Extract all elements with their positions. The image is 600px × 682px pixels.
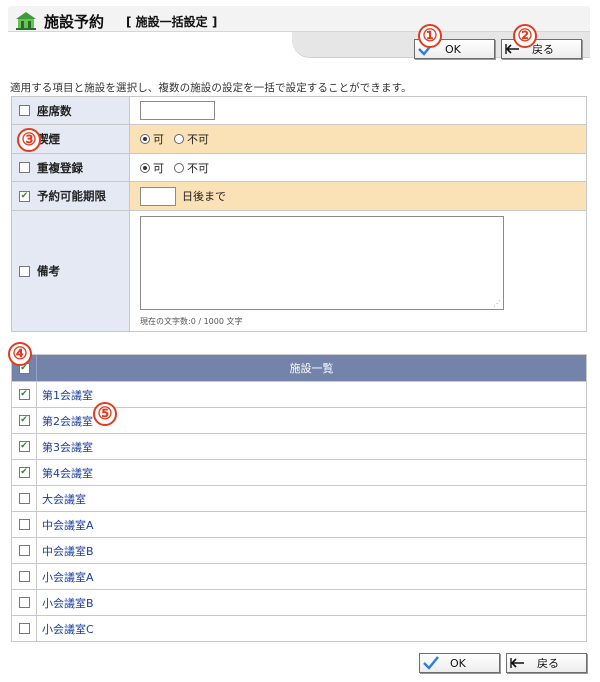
checkbox-seats[interactable]: [19, 105, 30, 116]
facility-row: 小会議室B: [12, 590, 586, 616]
back-button-top[interactable]: 戻る: [501, 39, 582, 59]
callout-3: ③: [17, 128, 41, 152]
label-seats-text: 座席数: [37, 103, 72, 118]
facility-checkbox-cell: [12, 590, 37, 615]
facility-name-link[interactable]: 中会議室A: [37, 512, 586, 537]
facility-checkbox[interactable]: ✔: [18, 415, 30, 426]
page-title: 施設予約: [44, 13, 105, 31]
facility-name-link[interactable]: 中会議室B: [37, 538, 586, 563]
callout-4: ④: [8, 342, 32, 366]
facility-checkbox-cell: ✔: [12, 382, 37, 407]
char-counter: 現在の文字数:0 / 1000 文字: [140, 316, 243, 326]
radio-smoking-yes[interactable]: 可: [140, 131, 164, 147]
row-seats: 座席数: [12, 97, 586, 125]
cell-reservation-limit: 日後まで: [130, 182, 586, 210]
radio-double-yes[interactable]: 可: [140, 160, 164, 176]
radio-dot: [140, 134, 150, 144]
page-subtitle: [ 施設一括設定 ]: [126, 15, 218, 29]
facility-checkbox[interactable]: ✔: [18, 389, 30, 400]
radio-smoking-yes-label: 可: [153, 133, 164, 146]
facility-checkbox-cell: [12, 512, 37, 537]
facility-checkbox-cell: [12, 616, 37, 641]
facility-name-link[interactable]: 小会議室C: [37, 616, 586, 641]
facility-name-link[interactable]: 大会議室: [37, 486, 586, 511]
checkbox-reservation-limit[interactable]: ✔: [19, 190, 30, 202]
row-notes: 備考 ⋰ 現在の文字数:0 / 1000 文字: [12, 211, 586, 332]
label-double-booking: 重複登録: [12, 154, 130, 181]
facility-name-link[interactable]: 小会議室B: [37, 590, 586, 615]
facility-row: ✔ 第4会議室: [12, 460, 586, 486]
cell-seats: [130, 97, 586, 124]
radio-double-yes-label: 可: [153, 161, 164, 175]
label-notes: 備考: [12, 211, 130, 331]
facility-checkbox[interactable]: [18, 545, 30, 556]
callout-1: ①: [418, 24, 442, 48]
row-double-booking: 重複登録 可 不可: [12, 154, 586, 182]
back-button-bottom[interactable]: 戻る: [506, 653, 587, 673]
instruction-text: 適用する項目と施設を選択し、複数の施設の設定を一括で設定することができます。: [10, 82, 412, 94]
cell-smoking: 可 不可: [130, 125, 586, 153]
cell-notes: ⋰ 現在の文字数:0 / 1000 文字: [130, 211, 586, 331]
facility-name-link[interactable]: 第3会議室: [37, 434, 586, 459]
radio-smoking-no-label: 不可: [187, 133, 209, 146]
facility-checkbox[interactable]: [18, 519, 30, 530]
return-arrow-icon: [507, 654, 529, 672]
facility-checkbox[interactable]: [18, 597, 30, 608]
reservation-limit-input[interactable]: [140, 186, 176, 206]
row-reservation-limit: ✔ 予約可能期限 日後まで: [12, 182, 586, 211]
facility-checkbox-cell: ✔: [12, 408, 37, 433]
settings-form: 座席数 ✔ 喫煙 可 不可 重複登録 可 不可 ✔ 予約可能期限: [11, 96, 587, 332]
facility-checkbox-cell: [12, 564, 37, 589]
facility-list: ✔ 施設一覧 ✔ 第1会議室 ✔ 第2会議室 ✔ 第3会議室 ✔ 第4会議室 大会議室 中会議室A…: [11, 354, 587, 642]
facility-checkbox[interactable]: [18, 623, 30, 634]
ok-button-bottom[interactable]: OK: [419, 653, 500, 673]
checkmark-icon: [420, 654, 442, 672]
back-label: 戻る: [537, 657, 559, 670]
facility-row: 大会議室: [12, 486, 586, 512]
radio-dot: [174, 134, 184, 144]
radio-dot: [174, 162, 184, 173]
facility-checkbox-cell: ✔: [12, 434, 37, 459]
facility-checkbox-cell: [12, 486, 37, 511]
radio-dot: [140, 162, 150, 173]
facility-row: 小会議室C: [12, 616, 586, 642]
checkbox-double-booking[interactable]: [19, 162, 30, 173]
checkbox-notes[interactable]: [19, 265, 30, 277]
facility-row: 中会議室A: [12, 512, 586, 538]
label-double-booking-text: 重複登録: [37, 160, 83, 175]
facility-checkbox[interactable]: ✔: [18, 441, 30, 452]
facility-checkbox[interactable]: ✔: [18, 467, 30, 478]
row-smoking: ✔ 喫煙 可 不可: [12, 125, 586, 154]
facility-checkbox-cell: ✔: [12, 460, 37, 485]
cell-double-booking: 可 不可: [130, 154, 586, 181]
facility-checkbox[interactable]: [18, 571, 30, 582]
reservation-limit-suffix: 日後まで: [182, 190, 226, 203]
facility-name-link[interactable]: 第1会議室: [37, 382, 586, 407]
label-reservation-limit-text: 予約可能期限: [37, 189, 106, 203]
notes-textarea[interactable]: ⋰: [140, 215, 504, 310]
facility-name-link[interactable]: 小会議室A: [37, 564, 586, 589]
facility-name-link[interactable]: 第2会議室: [37, 408, 586, 433]
label-reservation-limit: ✔ 予約可能期限: [12, 182, 130, 210]
facility-list-header: ✔ 施設一覧: [12, 355, 586, 382]
resize-grip-icon[interactable]: ⋰: [493, 299, 501, 308]
radio-smoking-no[interactable]: 不可: [174, 131, 209, 147]
facility-list-title: 施設一覧: [289, 362, 334, 375]
seats-input[interactable]: [140, 101, 215, 120]
facility-checkbox[interactable]: [18, 493, 30, 504]
facility-row: ✔ 第3会議室: [12, 434, 586, 460]
ok-label: OK: [445, 42, 461, 56]
facility-checkbox-cell: [12, 538, 37, 563]
ok-label: OK: [450, 656, 466, 670]
label-notes-text: 備考: [37, 264, 60, 278]
callout-2: ②: [513, 24, 537, 48]
facility-logo-icon: [16, 12, 36, 30]
facility-name-link[interactable]: 第4会議室: [37, 460, 586, 485]
radio-double-no[interactable]: 不可: [174, 160, 209, 176]
label-seats: 座席数: [12, 97, 130, 124]
facility-row: 小会議室A: [12, 564, 586, 590]
callout-5: ⑤: [93, 402, 117, 426]
radio-double-no-label: 不可: [187, 161, 209, 175]
facility-row: 中会議室B: [12, 538, 586, 564]
